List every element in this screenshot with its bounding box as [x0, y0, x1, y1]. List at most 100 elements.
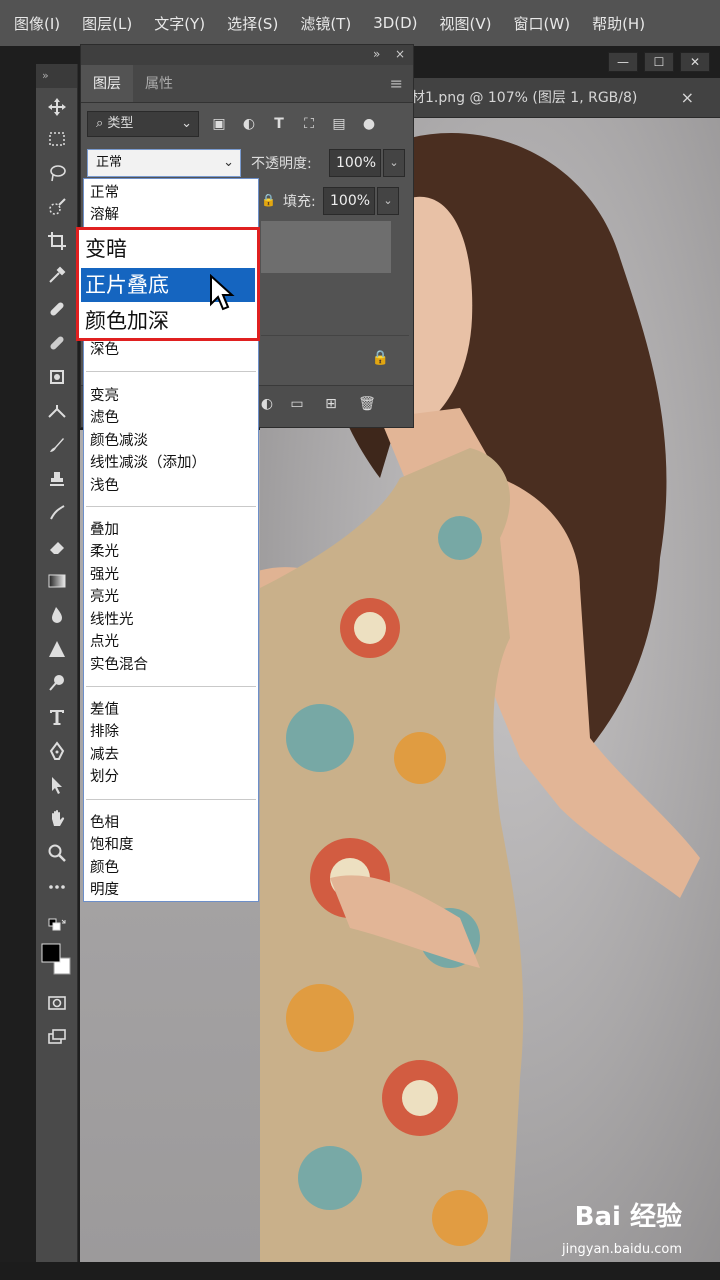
- smart-object-icon[interactable]: ▤: [329, 114, 349, 134]
- blend-option[interactable]: 柔光: [90, 543, 119, 561]
- zoom-tool-icon[interactable]: [44, 840, 70, 866]
- lock-icon[interactable]: 🔒: [261, 193, 276, 207]
- blur-tool-icon[interactable]: [44, 602, 70, 628]
- menu-type[interactable]: 文字(Y): [154, 13, 205, 34]
- blend-option[interactable]: 叠加: [90, 521, 119, 539]
- screen-mode-icon[interactable]: [44, 1024, 70, 1050]
- blend-option[interactable]: 实色混合: [90, 656, 148, 674]
- eyedropper-tool-icon[interactable]: [44, 262, 70, 288]
- bottom-bar: [0, 1262, 720, 1280]
- type-icon[interactable]: T: [269, 114, 289, 134]
- blend-option[interactable]: 颜色减淡: [90, 432, 148, 450]
- eraser-tool-icon[interactable]: [44, 534, 70, 560]
- paint-brush-tool-icon[interactable]: [44, 432, 70, 458]
- blend-option[interactable]: 点光: [90, 633, 119, 651]
- lasso-tool-icon[interactable]: [44, 160, 70, 186]
- close-icon[interactable]: ×: [681, 78, 694, 117]
- blend-option[interactable]: 减去: [90, 746, 119, 764]
- menu-select[interactable]: 选择(S): [227, 13, 278, 34]
- tab-layers[interactable]: 图层: [81, 65, 133, 102]
- default-colors-icon[interactable]: [44, 914, 70, 940]
- menu-3d[interactable]: 3D(D): [373, 14, 417, 32]
- blend-option-darken[interactable]: 变暗: [81, 232, 255, 266]
- blend-option[interactable]: 差值: [90, 701, 119, 719]
- quick-mask-icon[interactable]: [44, 990, 70, 1016]
- blend-option[interactable]: 明度: [90, 881, 119, 899]
- fill-input[interactable]: 100%: [323, 187, 375, 215]
- shape-icon[interactable]: ⛶: [299, 114, 319, 134]
- filter-kind-value: 类型: [107, 116, 134, 131]
- type-tool-icon[interactable]: [44, 704, 70, 730]
- folder-icon[interactable]: ▭: [287, 396, 307, 416]
- toolbar-header[interactable]: »: [36, 64, 77, 88]
- menu-view[interactable]: 视图(V): [440, 13, 492, 34]
- blend-option[interactable]: 溶解: [90, 206, 119, 224]
- blend-option[interactable]: 浅色: [90, 477, 119, 495]
- hand-tool-icon[interactable]: [44, 806, 70, 832]
- opacity-input[interactable]: 100%: [329, 149, 381, 177]
- tab-properties[interactable]: 属性: [133, 65, 185, 102]
- layer-row-background[interactable]: 🔒: [261, 335, 409, 379]
- blend-option[interactable]: 饱和度: [90, 836, 134, 854]
- adjustment-layer-icon[interactable]: ◐: [257, 396, 277, 416]
- adjustment-icon[interactable]: ◐: [239, 114, 259, 134]
- filter-kind-select[interactable]: ⌕ 类型 ⌄: [87, 111, 199, 137]
- fill-label: 填充:: [283, 194, 316, 210]
- quick-select-tool-icon[interactable]: [44, 194, 70, 220]
- blend-option[interactable]: 正常: [90, 184, 119, 202]
- blend-option[interactable]: 亮光: [90, 588, 119, 606]
- history-brush-tool-icon[interactable]: [44, 398, 70, 424]
- fill-row: 🔒 填充: 100% ⌄: [261, 187, 407, 215]
- blend-option[interactable]: 色相: [90, 814, 119, 832]
- art-history-tool-icon[interactable]: [44, 500, 70, 526]
- dodge-tool-icon[interactable]: [44, 670, 70, 696]
- document-tab-title: 材1.png @ 107% (图层 1, RGB/8): [411, 90, 638, 106]
- blend-option[interactable]: 排除: [90, 723, 119, 741]
- blend-option[interactable]: 滤色: [90, 409, 119, 427]
- new-layer-icon[interactable]: ⊞: [321, 396, 341, 416]
- blend-option[interactable]: 划分: [90, 768, 119, 786]
- image-icon[interactable]: ▣: [209, 114, 229, 134]
- stamp-tool-icon[interactable]: [44, 364, 70, 390]
- trash-icon[interactable]: 🗑: [357, 396, 377, 416]
- clone-stamp-tool-icon[interactable]: [44, 466, 70, 492]
- menu-window[interactable]: 窗口(W): [514, 13, 571, 34]
- path-select-tool-icon[interactable]: [44, 772, 70, 798]
- list-divider: [86, 799, 256, 800]
- move-tool-icon[interactable]: [44, 94, 70, 120]
- color-swatches-icon[interactable]: [40, 942, 72, 978]
- menu-image[interactable]: 图像(I): [14, 13, 60, 34]
- blend-option[interactable]: 颜色: [90, 859, 119, 877]
- menu-help[interactable]: 帮助(H): [592, 13, 645, 34]
- pen-tool-icon[interactable]: [44, 738, 70, 764]
- minimize-button[interactable]: —: [608, 52, 638, 72]
- document-tab[interactable]: 材1.png @ 107% (图层 1, RGB/8) ×: [405, 78, 720, 118]
- layer-row-selected[interactable]: [261, 221, 391, 273]
- menu-layer[interactable]: 图层(L): [82, 13, 132, 34]
- opacity-dropdown-icon[interactable]: ⌄: [383, 149, 405, 177]
- blend-mode-select[interactable]: 正常 ⌄: [87, 149, 241, 177]
- more-tools-icon[interactable]: [44, 874, 70, 900]
- close-panel-icon[interactable]: ×: [395, 47, 405, 61]
- gradient-tool-icon[interactable]: [44, 568, 70, 594]
- maximize-button[interactable]: ☐: [644, 52, 674, 72]
- brush-tool-icon[interactable]: [44, 330, 70, 356]
- marquee-tool-icon[interactable]: [44, 126, 70, 152]
- crop-tool-icon[interactable]: [44, 228, 70, 254]
- chevron-down-icon: ⌄: [181, 116, 192, 131]
- blend-option[interactable]: 深色: [90, 341, 119, 359]
- healing-brush-tool-icon[interactable]: [44, 296, 70, 322]
- mouse-cursor-icon: [210, 274, 235, 311]
- blend-option[interactable]: 变亮: [90, 387, 119, 405]
- blend-option[interactable]: 线性光: [90, 611, 134, 629]
- close-window-button[interactable]: ✕: [680, 52, 710, 72]
- panel-menu-icon[interactable]: ≡: [390, 65, 413, 102]
- menu-filter[interactable]: 滤镜(T): [300, 13, 351, 34]
- highlight-box: 变暗 正片叠底 颜色加深: [76, 227, 260, 341]
- toggle-icon[interactable]: ●: [359, 114, 379, 134]
- sharpen-tool-icon[interactable]: [44, 636, 70, 662]
- fill-dropdown-icon[interactable]: ⌄: [377, 187, 399, 215]
- blend-option[interactable]: 线性减淡（添加）: [90, 454, 206, 472]
- blend-option[interactable]: 强光: [90, 566, 119, 584]
- collapse-panel-icon[interactable]: »: [373, 47, 380, 61]
